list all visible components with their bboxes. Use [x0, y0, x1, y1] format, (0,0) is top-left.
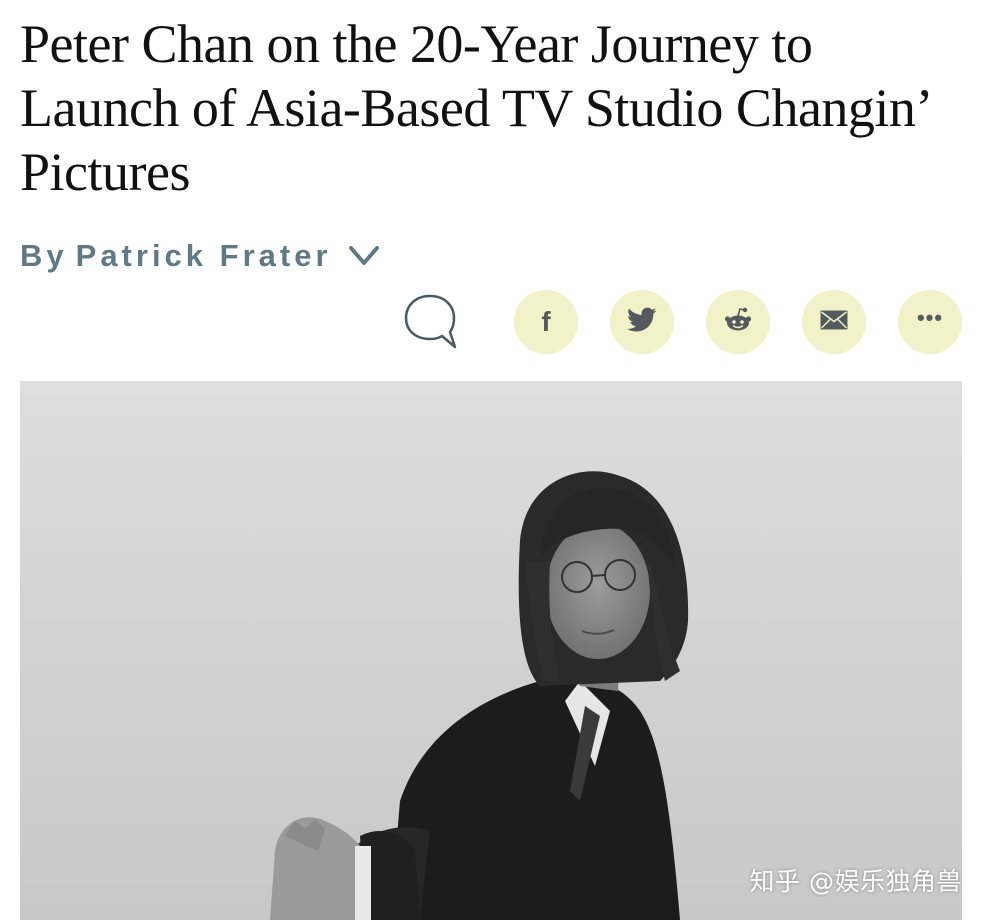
comment-bubble-icon: [401, 291, 459, 358]
twitter-icon: [627, 307, 657, 338]
more-share-button[interactable]: •••: [898, 290, 962, 354]
watermark: 知乎 @娱乐独角兽: [749, 867, 962, 896]
comment-button[interactable]: [398, 292, 462, 356]
twitter-share-button[interactable]: [610, 290, 674, 354]
hero-image: [20, 381, 962, 920]
facebook-share-button[interactable]: f: [514, 290, 578, 354]
email-icon: [819, 309, 849, 336]
more-icon: •••: [916, 305, 944, 330]
reddit-share-button[interactable]: [706, 290, 770, 354]
byline-author[interactable]: Patrick Frater: [76, 238, 332, 274]
byline[interactable]: By Patrick Frater: [20, 236, 380, 276]
email-share-button[interactable]: [802, 290, 866, 354]
hero-portrait: [20, 381, 962, 920]
chevron-down-icon[interactable]: [348, 245, 380, 267]
byline-prefix: By: [20, 238, 68, 273]
facebook-icon: f: [541, 306, 551, 337]
reddit-icon: [722, 306, 754, 339]
article-headline: Peter Chan on the 20-Year Journey to Lau…: [20, 14, 929, 202]
